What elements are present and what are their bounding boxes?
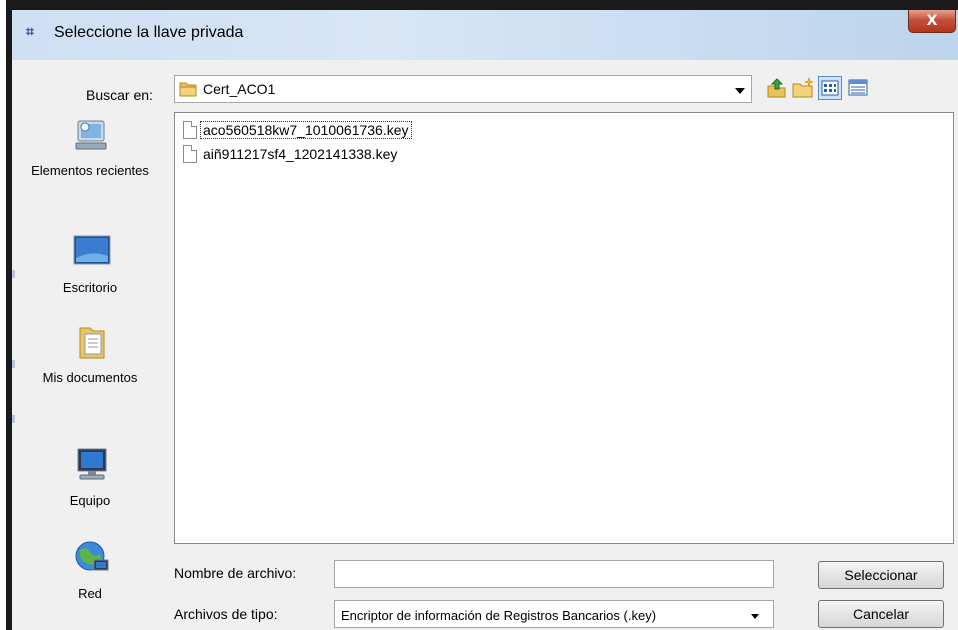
chevron-down-icon[interactable] — [735, 88, 745, 94]
file-icon — [183, 145, 197, 163]
file-icon — [183, 121, 197, 139]
details-view-button[interactable] — [846, 76, 870, 100]
file-chooser-dialog: ⌗ Seleccione la llave privada X Buscar e… — [12, 10, 958, 630]
create-new-folder-button[interactable] — [791, 76, 815, 100]
desktop-icon — [73, 235, 111, 265]
chevron-down-icon[interactable] — [751, 614, 759, 619]
close-button[interactable]: X — [908, 10, 956, 33]
window-edge-mark — [12, 270, 15, 278]
dialog-body: Buscar en: Cert_ACO1 Elementos recientes… — [12, 60, 958, 630]
title-bar[interactable]: ⌗ Seleccione la llave privada X — [12, 10, 958, 60]
list-view-icon — [821, 80, 839, 96]
my-documents-icon — [79, 327, 105, 359]
place-label: Escritorio — [62, 280, 118, 295]
window-edge-mark — [12, 360, 15, 368]
file-name: aco560518kw7_1010061736.key — [200, 121, 412, 139]
look-in-combo[interactable]: Cert_ACO1 — [174, 75, 752, 103]
up-one-level-button[interactable] — [765, 76, 789, 100]
file-type-select[interactable]: Encriptor de información de Registros Ba… — [334, 600, 774, 628]
place-label: Elementos recientes — [31, 163, 149, 178]
recent-items-icon — [75, 120, 107, 150]
place-label: Mis documentos — [42, 370, 138, 385]
network-icon — [75, 541, 109, 571]
details-view-icon — [848, 79, 868, 96]
cancel-button[interactable]: Cancelar — [818, 600, 944, 628]
window-edge-mark — [12, 415, 15, 423]
places-bar: Elementos recientes Escritorio Mis docum… — [12, 110, 168, 630]
file-type-value: Encriptor de información de Registros Ba… — [341, 608, 657, 623]
close-icon: X — [926, 13, 938, 29]
create-new-folder-icon — [792, 77, 814, 98]
file-name: aiñ911217sf4_1202141338.key — [203, 146, 398, 162]
look-in-value: Cert_ACO1 — [203, 81, 276, 97]
file-type-label: Archivos de tipo: — [174, 606, 278, 622]
file-name-input[interactable] — [334, 560, 774, 588]
computer-icon — [77, 448, 107, 480]
file-name-label: Nombre de archivo: — [174, 565, 297, 581]
look-in-label: Buscar en: — [86, 87, 153, 103]
app-icon: ⌗ — [26, 24, 34, 40]
file-list[interactable]: aco560518kw7_1010061736.key aiñ911217sf4… — [174, 112, 954, 544]
select-button[interactable]: Seleccionar — [818, 561, 944, 589]
dialog-title: Seleccione la llave privada — [54, 24, 244, 41]
list-view-button[interactable] — [818, 76, 842, 100]
place-label: Equipo — [69, 493, 111, 508]
place-label: Red — [78, 586, 102, 601]
folder-icon — [179, 82, 197, 97]
up-one-level-icon — [767, 78, 786, 98]
